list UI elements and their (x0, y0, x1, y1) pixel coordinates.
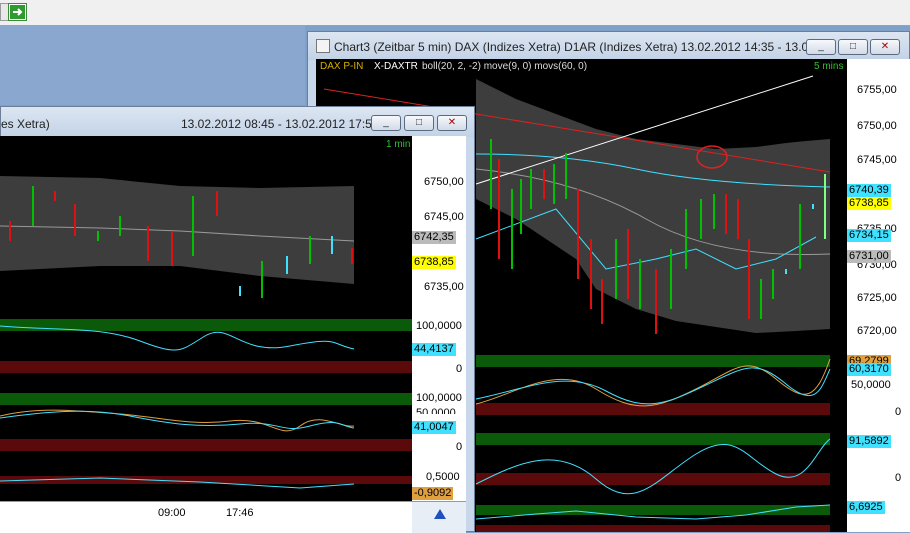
ind1-top-tick: 100,0000 (416, 320, 462, 332)
ind2-zero-tick: 0 (456, 441, 463, 453)
price-tick: 6755,00 (857, 84, 897, 96)
window-title: Chart3 (Zeitbar 5 min) DAX (Indizes Xetr… (334, 40, 825, 54)
ind3-value-label: 6,6925 (847, 501, 885, 514)
ind2-mid-tick: 50,0000 (416, 407, 456, 414)
ind2-value-label: 41,0047 (412, 421, 456, 434)
minimize-button[interactable]: _ (371, 115, 401, 131)
left-titlebar[interactable]: es Xetra) 13.02.2012 08:45 - 13.02.2012 … (1, 107, 474, 137)
maximize-button[interactable]: □ (838, 39, 868, 55)
minimize-button[interactable]: _ (806, 39, 836, 55)
last-price-label: 6738,85 (847, 197, 891, 210)
time-tick: 17:46 (226, 507, 254, 519)
window-date-range: 13.02.2012 08:45 - 13.02.2012 17:53 (181, 117, 379, 131)
price-tick: 6750,00 (424, 176, 464, 188)
legend-instrument: X-DAXTR (374, 61, 418, 72)
chart-window-icon (316, 39, 330, 53)
ind1-mid-tick: 50,0000 (851, 379, 891, 391)
price-tick: 6745,00 (857, 154, 897, 166)
ind2-top-tick: 100,0000 (416, 392, 462, 404)
left-chart-plot[interactable]: 1 min (0, 136, 412, 501)
window-title-fragment: es Xetra) (1, 117, 50, 131)
ind3-top-tick: 0,5000 (426, 471, 460, 483)
arrow-tool-icon (434, 509, 446, 519)
ind2-zero-tick: 0 (895, 472, 902, 484)
gray-price-label: 6731,00 (847, 250, 891, 263)
price-tick: 6725,00 (857, 292, 897, 304)
app-toolbar (0, 0, 910, 26)
last-price-label: 6738,85 (412, 256, 456, 269)
price-tick: 6750,00 (857, 120, 897, 132)
left-interval-label: 1 min (386, 139, 411, 150)
left-chart-svg (0, 176, 412, 489)
time-tick: 09:00 (158, 507, 186, 519)
ind1-value-label: 44,4137 (412, 343, 456, 356)
green-price-label: 6734,15 (847, 229, 891, 242)
cyan-price-label: 6740,39 (847, 184, 891, 197)
arrow-right-icon (10, 5, 25, 19)
price-tick: 6735,00 (424, 281, 464, 293)
ind2-value-label: 91,5892 (847, 435, 891, 448)
close-button[interactable]: ✕ (870, 39, 900, 55)
forward-arrow-button[interactable] (8, 3, 27, 21)
gray-price-label: 6742,35 (412, 231, 456, 244)
desktop-background (0, 25, 305, 105)
maximize-button[interactable]: □ (404, 115, 434, 131)
ind1-zero-tick: 0 (895, 406, 902, 418)
price-tick: 6745,00 (424, 211, 464, 223)
ind1-partial-label: 69,2799 (847, 355, 891, 363)
close-button[interactable]: ✕ (437, 115, 467, 131)
legend-studies: boll(20, 2, -2) move(9, 0) movs(60, 0) (422, 61, 588, 72)
legend-interval: 5 mins (814, 61, 844, 72)
ind3-value-label: -0,9092 (412, 487, 454, 500)
ind1-zero-tick: 0 (456, 363, 463, 375)
chart3-titlebar[interactable]: Chart3 (Zeitbar 5 min) DAX (Indizes Xetr… (308, 32, 909, 60)
legend-symbol: DAX P-IN (320, 61, 364, 72)
ind1-value-label: 60,3170 (847, 363, 891, 376)
left-time-axis[interactable]: 09:00 17:46 (0, 501, 466, 533)
left-price-axis[interactable]: 6750,00 6745,00 6735,00 6742,35 6738,85 … (412, 136, 466, 501)
right-price-axis[interactable]: 6755,00 6750,00 6745,00 6735,00 6730,00 … (847, 59, 910, 532)
axis-corner-button[interactable] (412, 502, 466, 533)
price-tick: 6720,00 (857, 325, 897, 337)
